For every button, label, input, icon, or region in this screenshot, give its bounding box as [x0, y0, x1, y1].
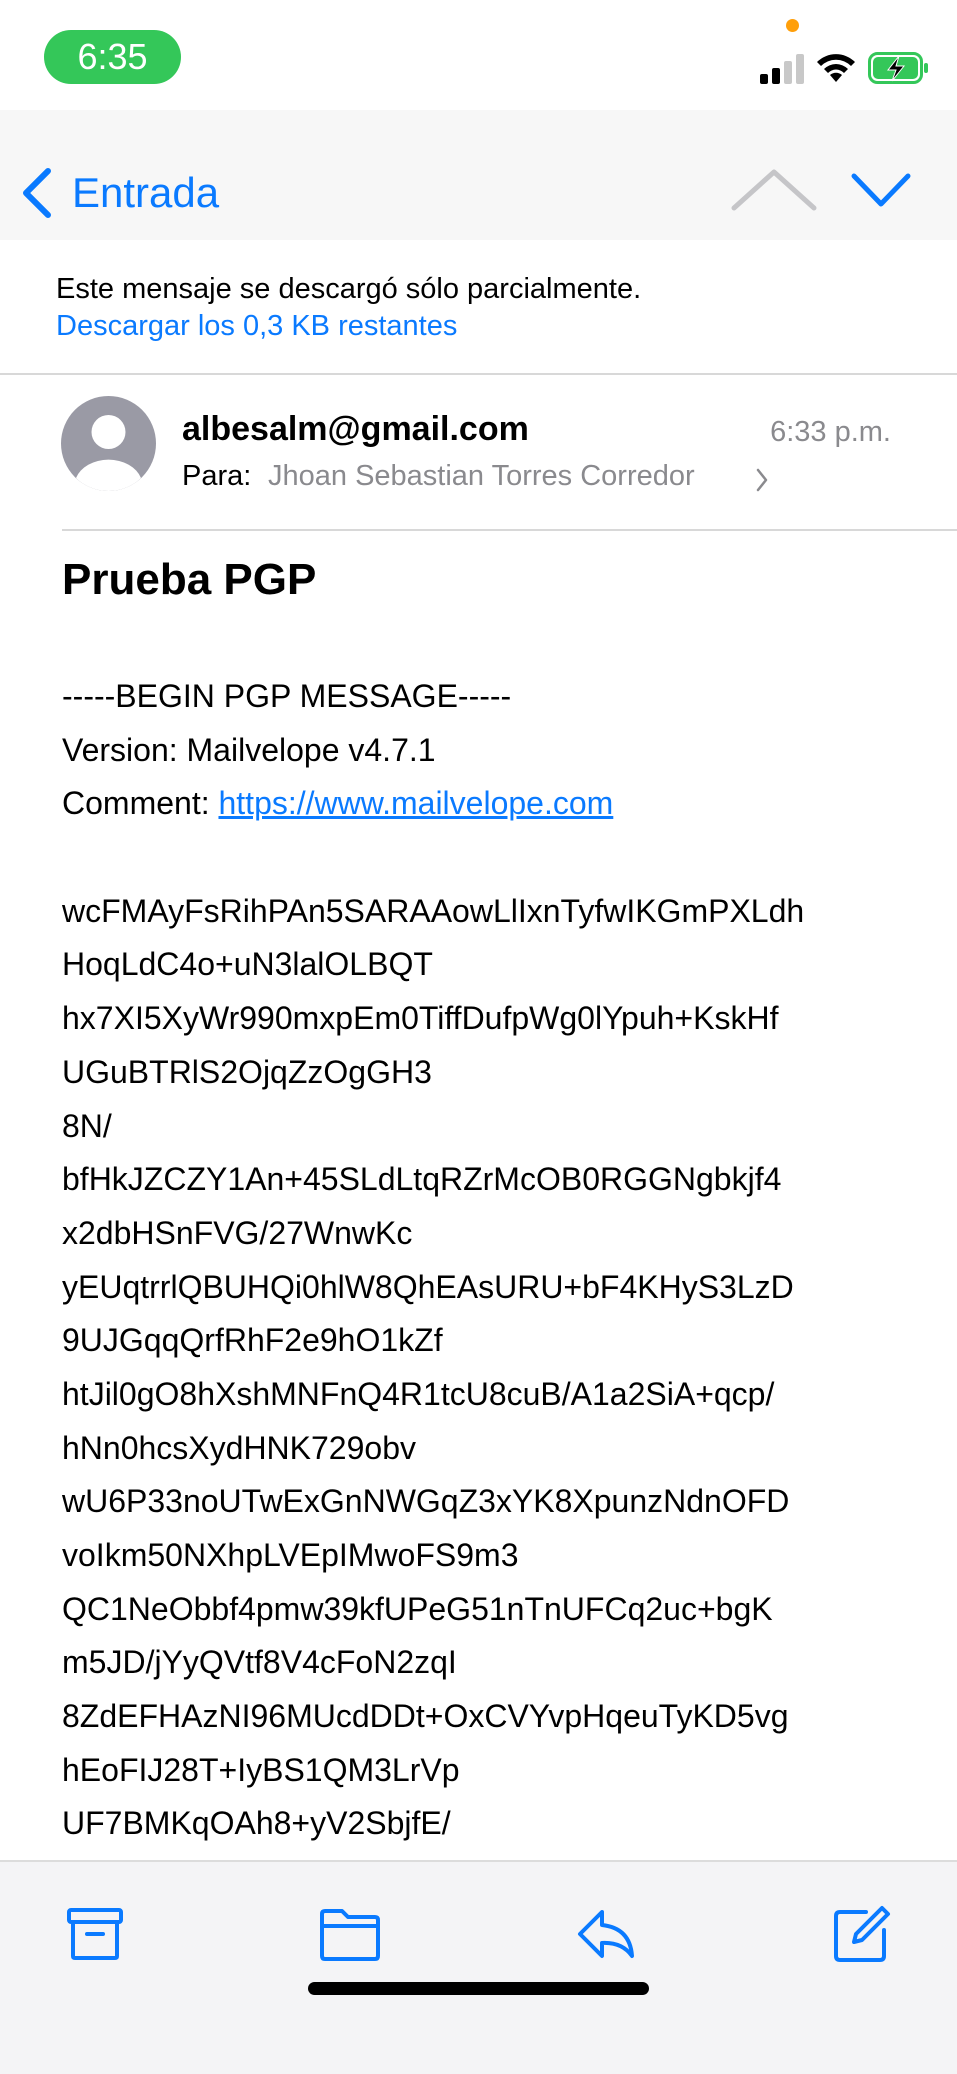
- home-indicator[interactable]: [308, 1982, 649, 1995]
- pgp-data-line: 8N/: [62, 1107, 112, 1144]
- pgp-data-line: x2dbHSnFVG/27WnwKc: [62, 1214, 413, 1251]
- pgp-data-line: UGuBTRlS2OjqZzOgGH3: [62, 1053, 432, 1090]
- navigation-bar: Entrada: [0, 110, 957, 240]
- partial-download-message: Este mensaje se descargó sólo parcialmen…: [56, 273, 642, 305]
- pgp-data-line: HoqLdC4o+uN3lalOLBQT: [62, 946, 433, 983]
- pgp-data-line: hx7XI5XyWr990mxpEm0TiffDufpWg0lYpuh+KskH…: [62, 1000, 779, 1037]
- message-subject: Prueba PGP: [62, 555, 317, 604]
- pgp-data-line: yEUqtrrlQBUHQi0hlW8QhEAsURU+bF4KHyS3LzD: [62, 1268, 794, 1305]
- pgp-comment-line: Comment: https://www.mailvelope.com: [62, 777, 942, 831]
- person-icon: [76, 415, 141, 491]
- message-header: albesalm@gmail.com 6:33 p.m. Para: Jhoan…: [0, 375, 957, 530]
- reply-icon[interactable]: [574, 1902, 638, 1966]
- pgp-comment-label: Comment:: [62, 785, 219, 822]
- pgp-data-line: hNn0hcsXydHNK729obv: [62, 1429, 416, 1466]
- pgp-version-line: Version: Mailvelope v4.7.1: [62, 731, 436, 768]
- folder-icon[interactable]: [318, 1902, 382, 1966]
- avatar[interactable]: [61, 396, 156, 491]
- sender-address[interactable]: albesalm@gmail.com: [182, 410, 529, 449]
- status-bar: 6:35: [0, 0, 957, 110]
- back-button-label: Entrada: [72, 169, 220, 216]
- compose-icon[interactable]: [830, 1902, 894, 1966]
- chevron-left-icon: [23, 168, 51, 218]
- previous-message-button[interactable]: [726, 162, 822, 222]
- recipient-label: Para:: [182, 460, 252, 492]
- next-message-button[interactable]: [850, 162, 912, 222]
- pgp-begin-line: -----BEGIN PGP MESSAGE-----: [62, 678, 512, 714]
- recipient-name[interactable]: Jhoan Sebastian Torres Corredor: [268, 460, 695, 493]
- pgp-data-line: hEoFIJ28T+IyBS1QM3LrVp: [62, 1751, 460, 1788]
- pgp-data-line: 9UJGqqQrfRhF2e9hO1kZf: [62, 1322, 443, 1359]
- pgp-data-line: UF7BMKqOAh8+yV2SbjfE/: [62, 1805, 451, 1842]
- archive-icon[interactable]: [63, 1902, 127, 1966]
- message-time: 6:33 p.m.: [770, 416, 891, 448]
- cellular-signal-icon: [760, 50, 806, 84]
- wifi-icon: [817, 54, 855, 82]
- message-body: -----BEGIN PGP MESSAGE----- Version: Mai…: [62, 670, 942, 1851]
- header-divider: [62, 529, 957, 531]
- pgp-data-line: QC1NeObbf4pmw39kfUPeG51nTnUFCq2uc+bgK: [62, 1590, 773, 1627]
- download-remaining-link[interactable]: Descargar los 0,3 KB restantes: [56, 310, 457, 343]
- pgp-data-line: wU6P33noUTwExGnNWGqZ3xYK8XpunzNdnOFD: [62, 1483, 790, 1520]
- status-time[interactable]: 6:35: [44, 30, 181, 84]
- pgp-data-line: wcFMAyFsRihPAn5SARAAowLlIxnTyfwIKGmPXLdh: [62, 892, 805, 929]
- back-button[interactable]: Entrada: [18, 158, 219, 228]
- pgp-data-line: 8ZdEFHAzNI96MUcdDDt+OxCVYvpHqeuTyKD5vg: [62, 1698, 789, 1735]
- partial-download-banner: Este mensaje se descargó sólo parcialmen…: [0, 240, 957, 375]
- chevron-right-icon[interactable]: [755, 467, 769, 493]
- mailvelope-link[interactable]: https://www.mailvelope.com: [218, 785, 613, 821]
- battery-charging-icon: [868, 52, 928, 84]
- pgp-data-line: htJil0gO8hXshMNFnQ4R1tcU8cuB/A1a2SiA+qcp…: [62, 1375, 775, 1412]
- pgp-data-line: bfHkJZCZY1An+45SLdLtqRZrMcOB0RGGNgbkjf4: [62, 1161, 782, 1198]
- bottom-toolbar: [0, 1860, 957, 2074]
- privacy-indicator-dot: [786, 19, 799, 32]
- pgp-data-line: voIkm50NXhpLVEpIMwoFS9m3: [62, 1537, 519, 1573]
- pgp-data-line: m5JD/jYyQVtf8V4cFoN2zqI: [62, 1644, 457, 1681]
